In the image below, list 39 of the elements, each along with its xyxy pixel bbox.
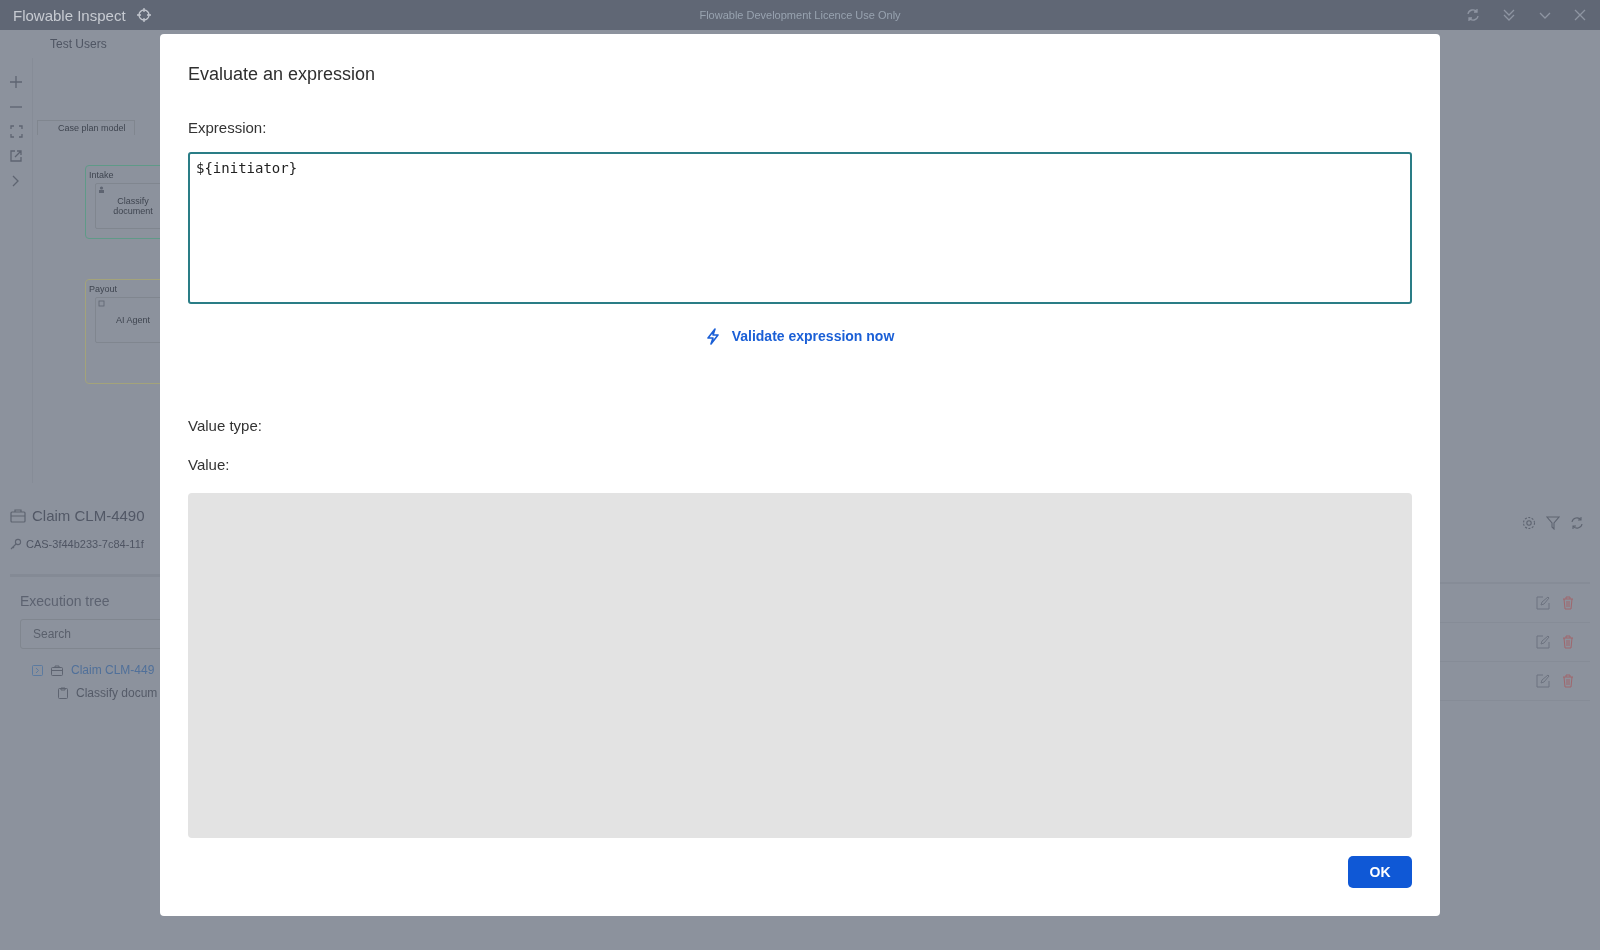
task-name: AI Agent xyxy=(115,315,151,325)
case-name: Claim CLM-4490 xyxy=(32,507,145,524)
fit-icon[interactable] xyxy=(9,125,23,138)
field-label: Expression: xyxy=(188,119,268,136)
refresh-icon[interactable] xyxy=(1465,7,1481,23)
trash-icon[interactable] xyxy=(1562,596,1574,610)
zoom-in-icon[interactable] xyxy=(9,75,23,89)
settings-icon[interactable] xyxy=(1522,516,1536,530)
stage-name: Intake xyxy=(89,170,115,180)
field-label: Value type: xyxy=(188,416,263,434)
briefcase-icon xyxy=(10,508,26,523)
crosshair-icon[interactable] xyxy=(135,7,152,23)
dialog-title: Evaluate an expression xyxy=(188,64,377,85)
app-title: Flowable Inspect xyxy=(13,6,126,24)
field-label: Value: xyxy=(188,455,231,473)
lightning-icon xyxy=(705,327,720,345)
edit-icon[interactable] xyxy=(1536,635,1550,649)
external-link-icon[interactable] xyxy=(9,149,23,163)
refresh-icon[interactable] xyxy=(1570,516,1584,530)
case-id: CAS-3f44b233-7c84-11f xyxy=(26,538,144,550)
ok-button[interactable]: OK xyxy=(1348,856,1412,888)
chevron-right-icon[interactable] xyxy=(11,174,21,188)
double-chevron-icon[interactable] xyxy=(1501,7,1517,23)
key-icon xyxy=(10,538,22,550)
edit-icon[interactable] xyxy=(1536,674,1550,688)
close-icon[interactable] xyxy=(1573,8,1587,22)
person-icon xyxy=(98,186,105,193)
filter-icon[interactable] xyxy=(1546,516,1560,530)
edit-icon[interactable] xyxy=(1536,596,1550,610)
expand-icon[interactable] xyxy=(32,664,43,676)
stage-name: Payout xyxy=(89,284,119,294)
briefcase-icon xyxy=(51,664,63,676)
trash-icon[interactable] xyxy=(1562,674,1574,688)
expression-field[interactable]: ${initiator} xyxy=(188,152,1412,304)
case-plan-label: Case plan model xyxy=(37,120,135,135)
task-name: Classify document xyxy=(112,196,154,216)
validate-link[interactable]: Validate expression now xyxy=(705,327,895,345)
clipboard-icon xyxy=(58,687,68,699)
trash-icon[interactable] xyxy=(1562,635,1574,649)
